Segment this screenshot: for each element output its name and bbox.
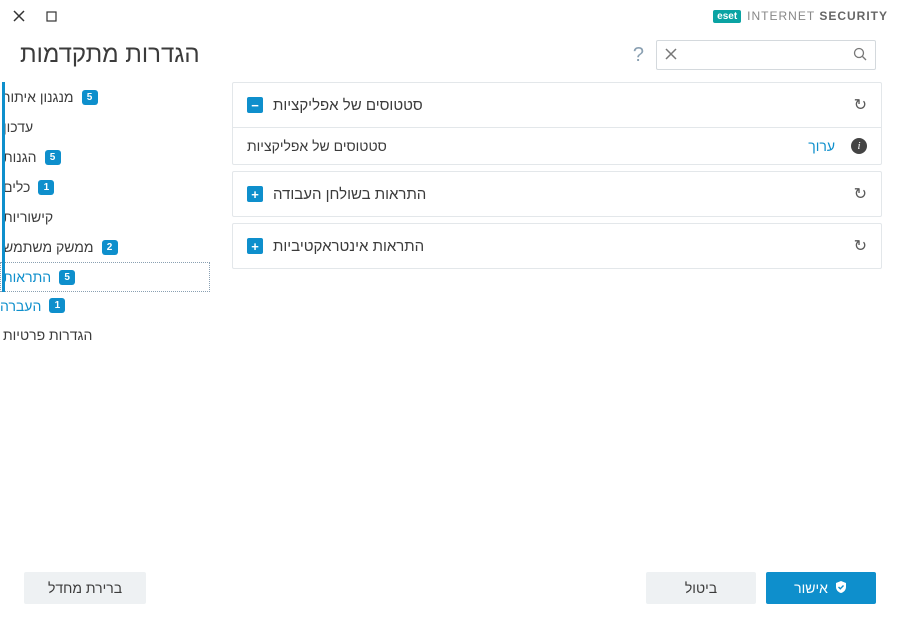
default-button[interactable]: ברירת מחדל (24, 572, 146, 604)
sidebar-item-label: מנגנון איתור (3, 89, 74, 105)
brand-logo: eset (713, 10, 741, 23)
cancel-button[interactable]: ביטול (646, 572, 756, 604)
sidebar-item-connectivity[interactable]: קישוריות (0, 202, 210, 232)
panel-desktop-notifications: ↻ התראות בשולחן העבודה + (232, 171, 882, 217)
sidebar-item-privacy[interactable]: הגדרות פרטיות (0, 320, 210, 350)
sidebar-item-label: הגדרות פרטיות (3, 327, 92, 343)
panel-title: סטטוסים של אפליקציות (273, 97, 423, 114)
sidebar-item-notifications[interactable]: 5 התראות (0, 262, 210, 292)
info-icon[interactable]: i (851, 138, 867, 154)
badge: 1 (38, 180, 54, 195)
sidebar-item-tools[interactable]: 1 כלים (0, 172, 210, 202)
sidebar-subitem-label: העברה (0, 298, 41, 314)
sidebar-item-detection[interactable]: 5 מנגנון איתור (0, 82, 210, 112)
badge: 2 (102, 240, 118, 255)
panel-header[interactable]: ↻ סטטוסים של אפליקציות − (233, 83, 881, 127)
ok-label: אישור (794, 580, 828, 596)
badge: 1 (49, 298, 65, 313)
sidebar-item-label: קישוריות (3, 209, 53, 225)
sidebar-item-protections[interactable]: 5 הגנות (0, 142, 210, 172)
sidebar-item-label: עדכון (3, 119, 33, 135)
help-icon[interactable]: ? (633, 44, 644, 67)
expand-icon[interactable]: + (247, 238, 263, 254)
panel-row: i ערוך סטטוסים של אפליקציות (233, 127, 881, 164)
sidebar-item-label: כלים (3, 179, 30, 195)
reset-icon[interactable]: ↻ (854, 236, 867, 256)
sidebar-item-label: ממשק משתמש (3, 239, 94, 255)
panel-title: התראות בשולחן העבודה (273, 186, 426, 203)
search-box[interactable] (656, 40, 876, 70)
sidebar-item-label: התראות (3, 269, 51, 285)
panel-title: התראות אינטראקטיביות (273, 238, 424, 255)
sidebar-item-ui[interactable]: 2 ממשק משתמש (0, 232, 210, 262)
sidebar: 5 מנגנון איתור עדכון 5 הגנות 1 כלים קישו… (0, 82, 210, 562)
header-row: ? הגדרות מתקדמות (0, 32, 900, 82)
close-icon[interactable] (12, 9, 26, 23)
clear-icon[interactable] (665, 47, 677, 64)
badge: 5 (82, 90, 98, 105)
brand: eset INTERNET SECURITY (713, 9, 888, 23)
titlebar: eset INTERNET SECURITY (0, 0, 900, 32)
brand-text: INTERNET SECURITY (747, 9, 888, 23)
search-icon (853, 47, 867, 65)
shield-icon (834, 580, 848, 597)
panel-header[interactable]: ↻ התראות אינטראקטיביות + (233, 224, 881, 268)
edit-link[interactable]: ערוך (808, 138, 835, 154)
content-area: ↻ סטטוסים של אפליקציות − i ערוך סטטוסים … (210, 82, 900, 562)
reset-icon[interactable]: ↻ (854, 95, 867, 115)
page-title: הגדרות מתקדמות (20, 41, 200, 69)
row-label: סטטוסים של אפליקציות (247, 138, 387, 154)
reset-icon[interactable]: ↻ (854, 184, 867, 204)
ok-button[interactable]: אישור (766, 572, 876, 604)
collapse-icon[interactable]: − (247, 97, 263, 113)
panel-header[interactable]: ↻ התראות בשולחן העבודה + (233, 172, 881, 216)
sidebar-item-label: הגנות (3, 149, 37, 165)
badge: 5 (59, 270, 75, 285)
panel-app-statuses: ↻ סטטוסים של אפליקציות − i ערוך סטטוסים … (232, 82, 882, 165)
expand-icon[interactable]: + (247, 186, 263, 202)
panel-interactive-notifications: ↻ התראות אינטראקטיביות + (232, 223, 882, 269)
sidebar-subitem-transfer[interactable]: 1 העברה (0, 292, 210, 320)
search-input[interactable] (657, 48, 885, 63)
maximize-icon[interactable] (44, 9, 58, 23)
badge: 5 (45, 150, 61, 165)
sidebar-item-update[interactable]: עדכון (0, 112, 210, 142)
footer: ביטול אישור ברירת מחדל (0, 556, 900, 620)
